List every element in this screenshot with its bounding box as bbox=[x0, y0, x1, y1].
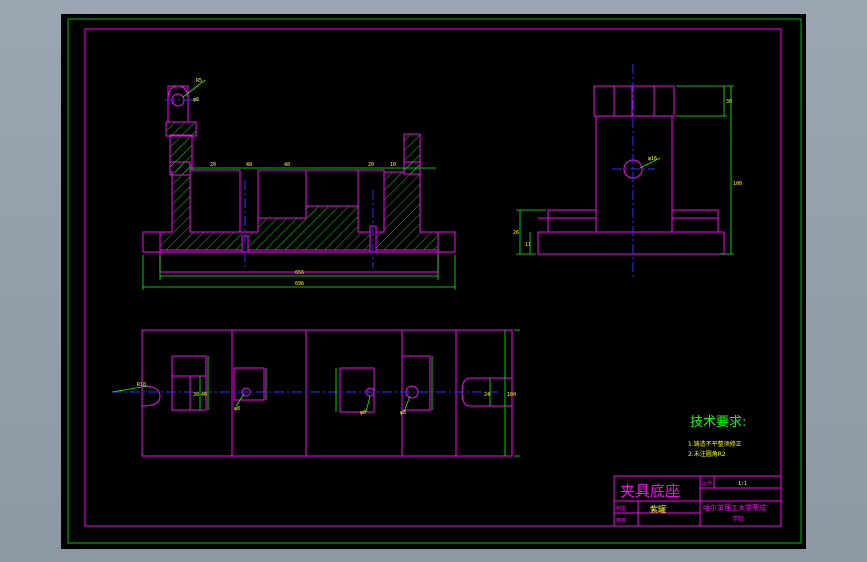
dim-top-seg-3: 48 bbox=[284, 162, 290, 168]
dim-pin: φ6 bbox=[193, 97, 199, 103]
checked-label: 审核 bbox=[616, 517, 626, 524]
drawn-name: 紫罐 bbox=[650, 504, 666, 514]
dim-side-hole: φ16 bbox=[648, 156, 657, 162]
cad-viewport: 656 696 20 48 48 20 10 R5 φ6 30 100 26 1… bbox=[0, 0, 867, 562]
dim-pocket-2: 30 bbox=[193, 392, 199, 398]
drawing-canvas: 656 696 20 48 48 20 10 R5 φ6 30 100 26 1… bbox=[61, 14, 806, 549]
dim-plan-height: 100 bbox=[507, 392, 516, 398]
dim-top-seg-5: 10 bbox=[390, 162, 396, 168]
drawing-title: 夹具底座 bbox=[620, 482, 680, 500]
scale-label: 比例 bbox=[702, 480, 712, 487]
school-name: 哈尔滨理工大学荣成 bbox=[703, 503, 766, 512]
dim-radius: R5 bbox=[196, 78, 202, 84]
dim-overall-outer: 696 bbox=[295, 281, 304, 287]
dim-base-1: 26 bbox=[513, 230, 519, 236]
dim-top-seg-2: 48 bbox=[246, 162, 252, 168]
scale-value: 1:1 bbox=[738, 481, 747, 487]
dim-top-seg-1: 20 bbox=[210, 162, 216, 168]
dim-plan-slot: R10 bbox=[137, 382, 146, 388]
tech-heading: 技术要求: bbox=[690, 415, 746, 430]
dim-slot-right: 24 bbox=[484, 392, 490, 398]
tech-item-2: 2.未注圆角R2 bbox=[688, 450, 726, 458]
dim-top-height: 30 bbox=[726, 99, 732, 105]
dim-pocket-1: 40 bbox=[201, 392, 207, 398]
drawn-label: 制图 bbox=[616, 505, 626, 512]
dim-hole-1: φ8 bbox=[234, 406, 240, 412]
dim-total-height: 100 bbox=[733, 181, 742, 187]
dim-overall-inner: 656 bbox=[295, 270, 304, 276]
dim-hole-3: φ8 bbox=[400, 410, 406, 416]
dim-hole-2: φ8 bbox=[360, 410, 366, 416]
dim-top-seg-4: 20 bbox=[368, 162, 374, 168]
dim-base-2: 11 bbox=[525, 242, 531, 248]
school-sub: 学院 bbox=[732, 515, 744, 523]
tech-item-1: 1.铸造不平整须修正 bbox=[688, 440, 742, 448]
